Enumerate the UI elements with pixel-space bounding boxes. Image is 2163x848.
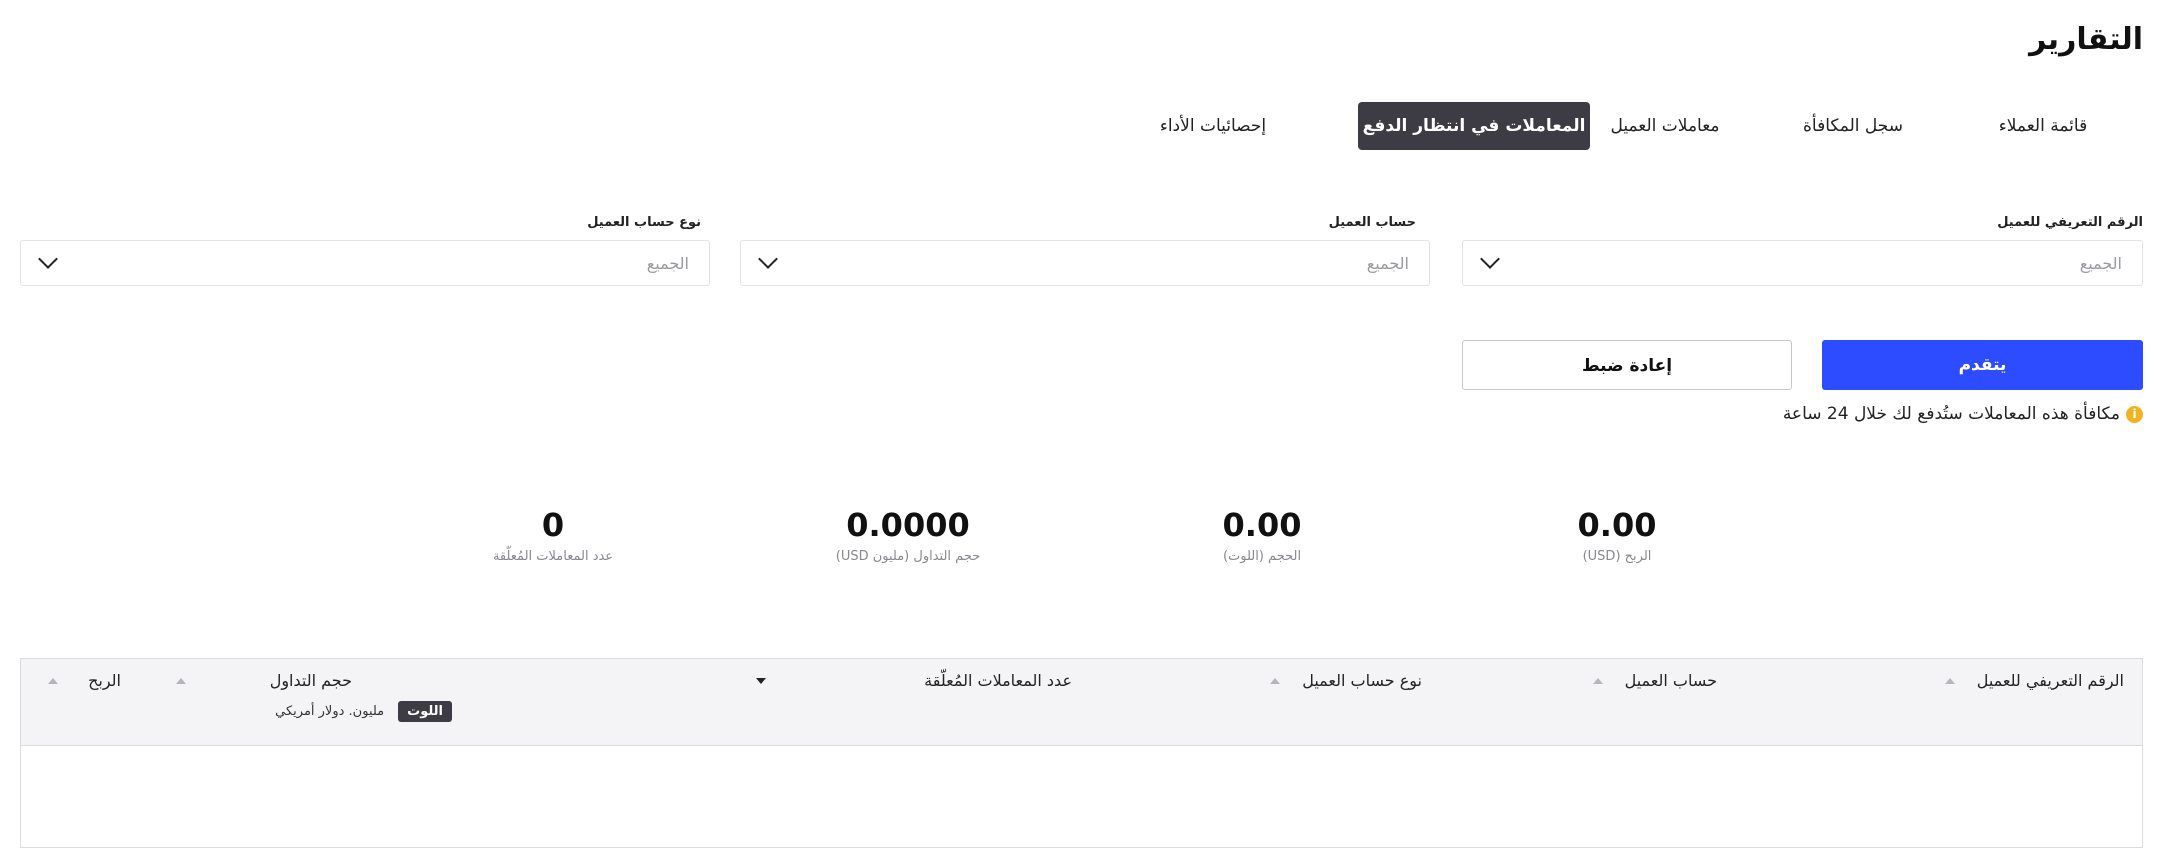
- lot-tag[interactable]: اللوت: [398, 701, 452, 722]
- sort-icon[interactable]: [1270, 677, 1281, 684]
- stat-pending-count: 0 عدد المعاملات المُعلّقة: [423, 505, 683, 564]
- column-profit[interactable]: الربح: [48, 671, 121, 690]
- tab-performance-stats[interactable]: إحصائيات الأداء: [1123, 102, 1303, 150]
- account-type-value: الجميع: [646, 253, 689, 273]
- payout-notice: i مكافأة هذه المعاملات ستُدفع لك خلال 24…: [1783, 404, 2143, 424]
- info-icon: i: [2126, 405, 2143, 423]
- stat-profit-label: الربح (USD): [1582, 549, 1652, 564]
- sort-icon[interactable]: [1592, 677, 1603, 684]
- client-id-label: الرقم التعريفي للعميل: [1997, 215, 2143, 230]
- client-id-select[interactable]: الجميع: [1462, 240, 2143, 286]
- chevron-down-icon: [1480, 249, 1500, 269]
- column-pending-count[interactable]: عدد المعاملات المُعلّقة: [756, 671, 1072, 690]
- tab-clients-list[interactable]: قائمة العملاء: [1978, 102, 2108, 150]
- column-client-account[interactable]: حساب العميل: [1592, 671, 1717, 690]
- account-type-select[interactable]: الجميع: [20, 240, 710, 286]
- stat-volume-lots: 0.00 الحجم (اللوت): [1132, 505, 1392, 564]
- sort-icon[interactable]: [1944, 677, 1955, 684]
- table-header: الرقم التعريفي للعميل حساب العميل نوع حس…: [21, 659, 2142, 746]
- tab-reward-log[interactable]: سجل المكافأة: [1778, 102, 1928, 150]
- stat-volume-lots-label: الحجم (اللوت): [1222, 549, 1302, 564]
- client-account-label: حساب العميل: [1328, 215, 1416, 230]
- stat-profit-value: 0.00: [1577, 506, 1657, 544]
- stat-pending-count-label: عدد المعاملات المُعلّقة: [492, 549, 614, 564]
- chevron-down-icon: [758, 249, 778, 269]
- page-title: التقارير: [2029, 22, 2143, 57]
- chevron-down-icon: [38, 249, 58, 269]
- stat-trading-volume-value: 0.0000: [846, 506, 970, 544]
- transactions-table: الرقم التعريفي للعميل حساب العميل نوع حس…: [20, 658, 2143, 848]
- million-usd-text: مليون. دولار أمريكي: [275, 704, 385, 719]
- column-account-type[interactable]: نوع حساب العميل: [1270, 671, 1422, 690]
- stat-trading-volume: 0.0000 حجم التداول (مليون USD): [778, 505, 1038, 564]
- column-profit-label: الربح: [88, 671, 121, 690]
- column-pending-count-label: عدد المعاملات المُعلّقة: [924, 671, 1072, 690]
- sort-icon[interactable]: [48, 677, 59, 684]
- stat-volume-lots-value: 0.00: [1222, 506, 1302, 544]
- column-client-id-label: الرقم التعريفي للعميل: [1976, 671, 2124, 690]
- apply-button[interactable]: يتقدم: [1822, 340, 2143, 390]
- column-account-type-label: نوع حساب العميل: [1302, 671, 1422, 690]
- reset-button[interactable]: إعادة ضبط: [1462, 340, 1792, 390]
- stat-profit: 0.00 الربح (USD): [1487, 505, 1747, 564]
- account-type-label: نوع حساب العميل: [587, 215, 701, 230]
- column-client-account-label: حساب العميل: [1624, 671, 1717, 690]
- sort-icon[interactable]: [175, 677, 186, 684]
- column-trading-volume-label: حجم التداول: [269, 671, 352, 690]
- tab-client-transactions[interactable]: معاملات العميل: [1580, 102, 1750, 150]
- tab-pending-transactions[interactable]: المعاملات في انتظار الدفع: [1358, 102, 1590, 150]
- column-trading-volume[interactable]: حجم التداول: [175, 671, 352, 690]
- trading-volume-units: اللوت مليون. دولار أمريكي: [275, 701, 452, 722]
- column-client-id[interactable]: الرقم التعريفي للعميل: [1944, 671, 2124, 690]
- stat-pending-count-value: 0: [541, 506, 565, 544]
- client-account-value: الجميع: [1366, 253, 1409, 273]
- sort-icon[interactable]: [756, 677, 767, 684]
- stat-trading-volume-label: حجم التداول (مليون USD): [835, 549, 981, 564]
- client-account-select[interactable]: الجميع: [740, 240, 1430, 286]
- client-id-value: الجميع: [2079, 253, 2122, 273]
- payout-notice-text: مكافأة هذه المعاملات ستُدفع لك خلال 24 س…: [1782, 404, 2120, 424]
